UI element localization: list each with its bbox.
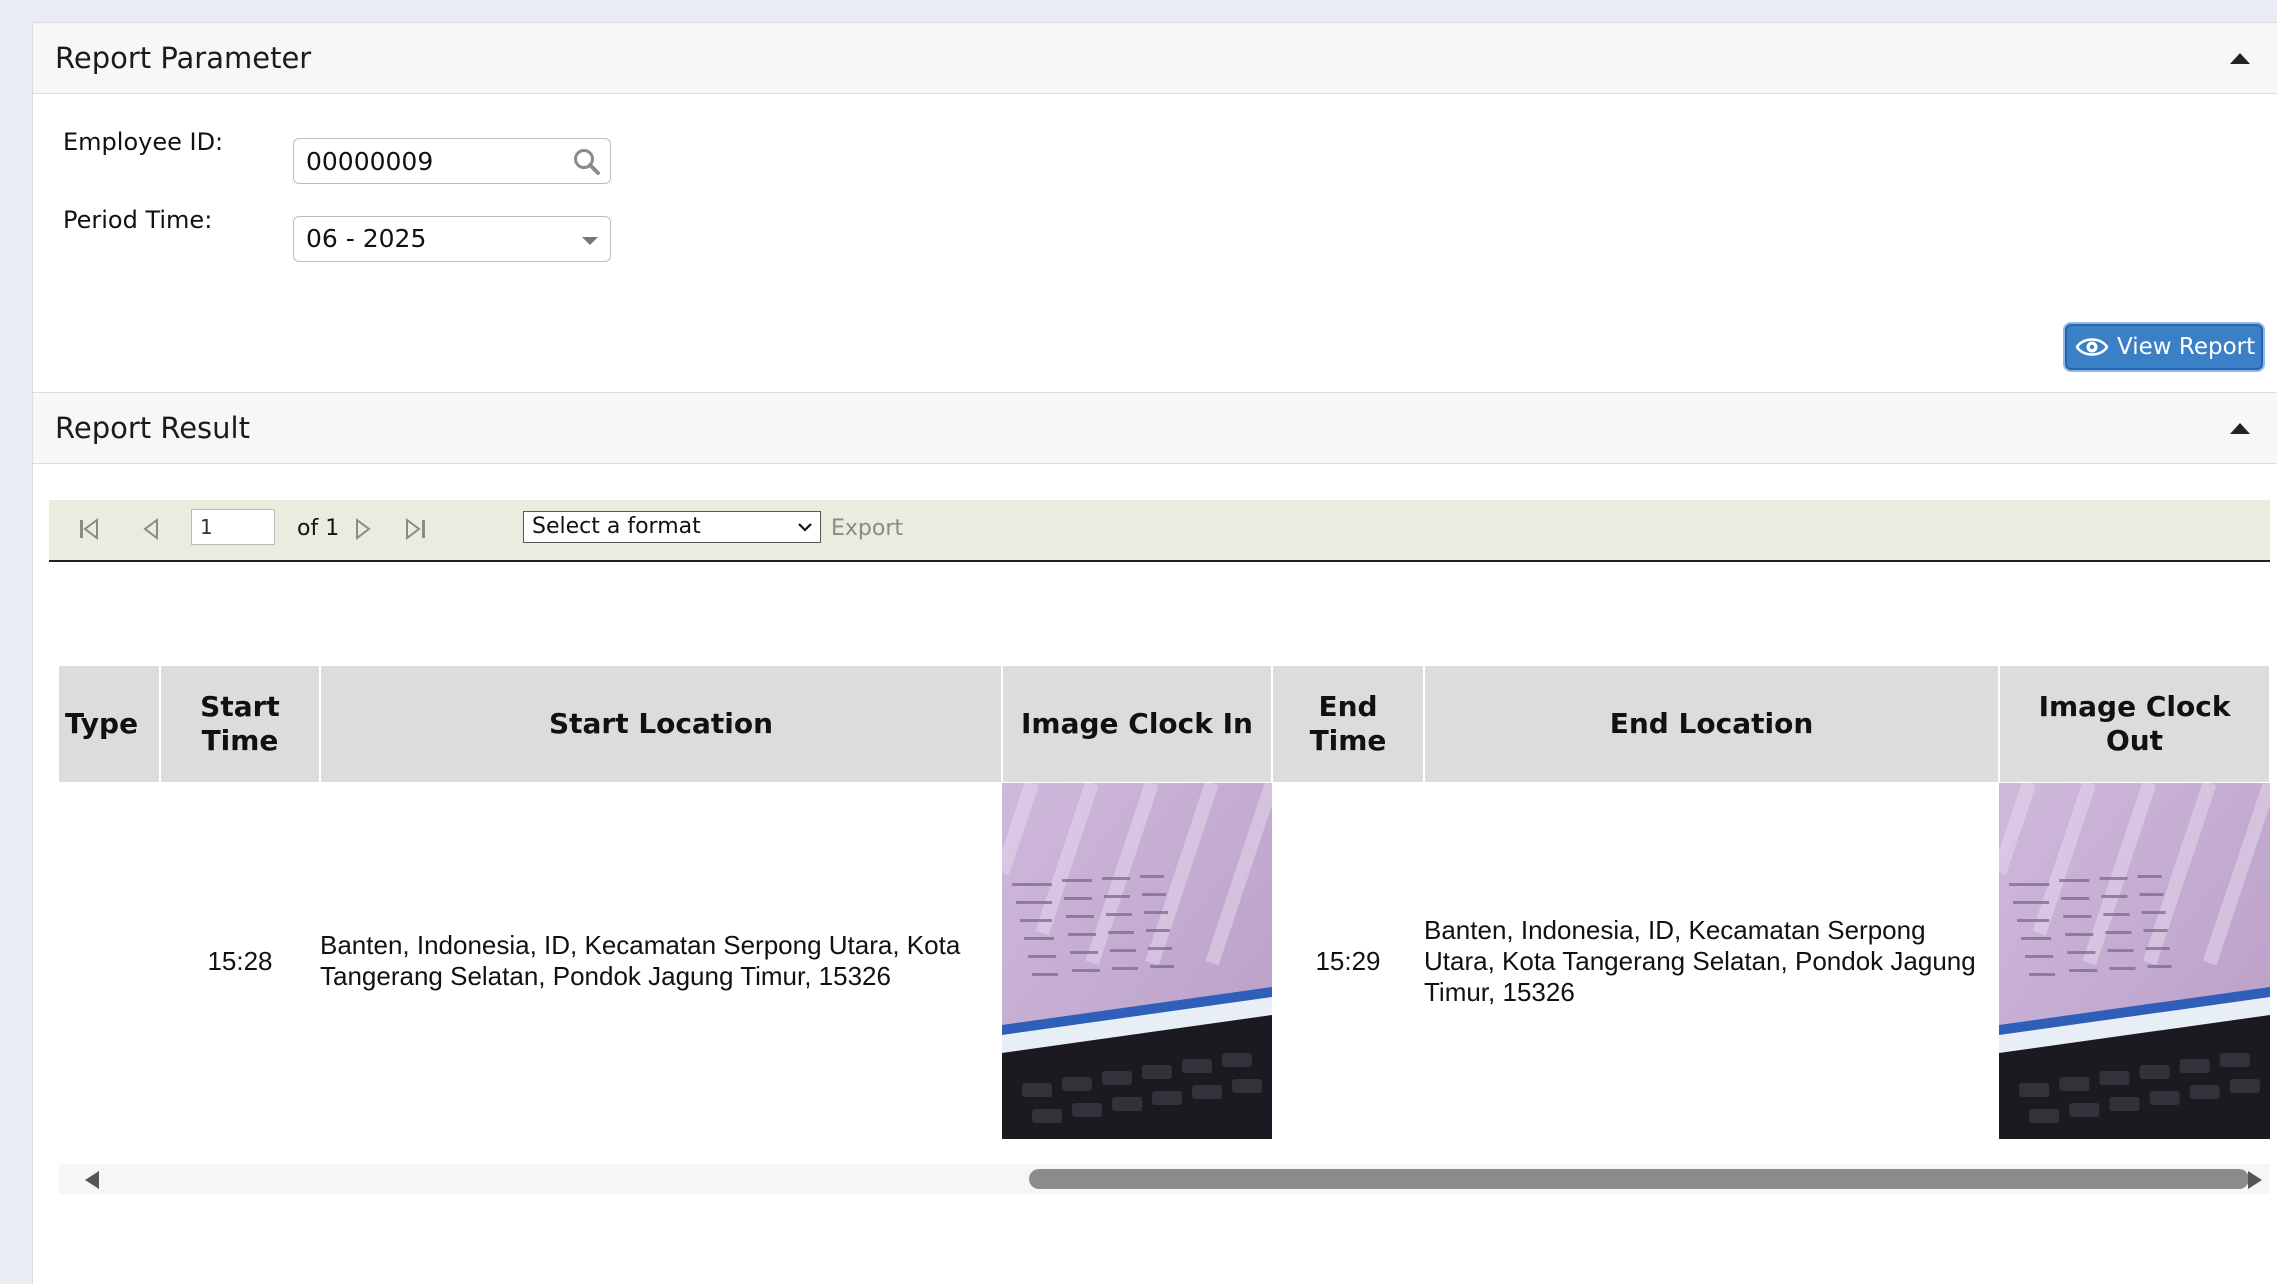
- view-report-label: View Report: [2117, 334, 2256, 360]
- page-count-label: of 1: [297, 516, 340, 541]
- report-page: Report Parameter Employee ID: Period Tim…: [32, 22, 2277, 1284]
- chevron-down-icon: [798, 523, 812, 532]
- previous-page-icon[interactable]: [137, 514, 167, 544]
- clock-in-photo[interactable]: [1002, 783, 1272, 1139]
- collapse-icon[interactable]: [2230, 423, 2250, 434]
- scroll-left-arrow-icon[interactable]: [85, 1171, 99, 1189]
- period-time-dropdown[interactable]: 06 - 2025: [293, 216, 611, 262]
- column-header-end-time: End Time: [1272, 666, 1425, 782]
- cell-start-location: Banten, Indonesia, ID, Kecamatan Serpong…: [320, 930, 961, 991]
- period-time-value: 06 - 2025: [306, 224, 427, 253]
- cell-image-clock-in: [1002, 782, 1272, 1140]
- report-table: Type Start Time Start Location Image Clo…: [59, 666, 2271, 1140]
- export-format-value: Select a format: [532, 514, 701, 539]
- report-result-header[interactable]: Report Result: [33, 392, 2277, 464]
- report-parameter-header[interactable]: Report Parameter: [33, 22, 2277, 94]
- chevron-down-icon: [582, 237, 598, 245]
- last-page-icon[interactable]: [401, 514, 431, 544]
- table-row: 15:28 Banten, Indonesia, ID, Kecamatan S…: [59, 782, 2270, 1140]
- column-header-image-clock-in: Image Clock In: [1002, 666, 1273, 782]
- clock-out-photo[interactable]: [1999, 783, 2270, 1139]
- cell-type: [59, 782, 160, 1140]
- column-header-end-location: End Location: [1424, 666, 2000, 782]
- employee-id-input[interactable]: [306, 139, 566, 183]
- next-page-icon[interactable]: [347, 514, 377, 544]
- cell-end-time: 15:29: [1315, 945, 1381, 976]
- first-page-icon[interactable]: [75, 514, 105, 544]
- collapse-icon[interactable]: [2230, 53, 2250, 64]
- eye-icon: [2075, 338, 2109, 356]
- column-header-start-time: Start Time: [160, 666, 321, 782]
- page-number-input[interactable]: [191, 509, 275, 545]
- cell-image-clock-out: [1999, 782, 2270, 1140]
- horizontal-scrollbar[interactable]: [59, 1164, 2270, 1194]
- search-icon[interactable]: [572, 147, 602, 177]
- report-toolbar: of 1 Select a format Export: [49, 500, 2270, 562]
- table-header-row: Type Start Time Start Location Image Clo…: [59, 666, 2271, 782]
- view-report-button[interactable]: View Report: [2065, 324, 2263, 370]
- cell-start-time: 15:28: [207, 945, 273, 976]
- report-parameter-title: Report Parameter: [55, 41, 312, 75]
- period-time-label: Period Time:: [63, 206, 213, 234]
- export-link[interactable]: Export: [831, 500, 903, 558]
- scrollbar-thumb[interactable]: [1029, 1169, 2249, 1189]
- cell-end-location: Banten, Indonesia, ID, Kecamatan Serpong…: [1424, 914, 1976, 1007]
- column-header-start-location: Start Location: [320, 666, 1003, 782]
- column-header-image-clock-out: Image Clock Out: [1999, 666, 2271, 782]
- report-result-title: Report Result: [55, 411, 250, 445]
- employee-id-label: Employee ID:: [63, 128, 224, 156]
- export-format-select[interactable]: Select a format: [523, 511, 821, 543]
- employee-id-field[interactable]: [293, 138, 611, 184]
- column-header-type: Type: [59, 666, 161, 782]
- scroll-right-arrow-icon[interactable]: [2248, 1171, 2262, 1189]
